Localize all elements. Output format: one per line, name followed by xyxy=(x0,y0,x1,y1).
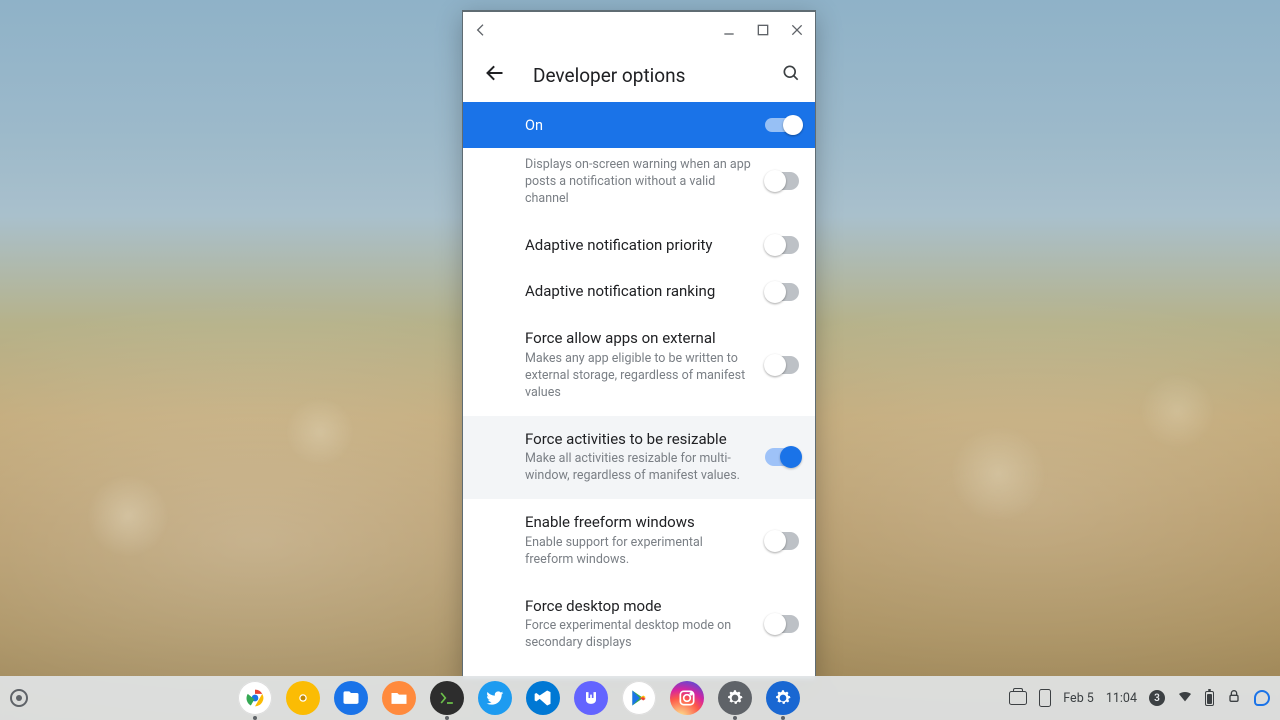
battery-icon xyxy=(1205,691,1214,706)
shelf-app-term[interactable] xyxy=(430,681,464,715)
launcher-button[interactable] xyxy=(10,689,28,707)
window-titlebar xyxy=(463,12,815,48)
wifi-icon xyxy=(1177,688,1193,708)
setting-force_desktop[interactable]: Force desktop mode Force experimental des… xyxy=(463,583,815,667)
setting-title: Force allow apps on external xyxy=(525,329,755,348)
setting-warn_notif_channel[interactable]: Displays on-screen warning when an app p… xyxy=(463,148,815,222)
window-back-icon[interactable] xyxy=(471,20,491,40)
master-toggle-label: On xyxy=(525,117,543,134)
search-icon[interactable] xyxy=(781,63,801,87)
setting-subtitle: Enable support for experimental freeform… xyxy=(525,535,755,569)
phone-hub-icon[interactable] xyxy=(1039,689,1051,707)
shelf: Feb 5 11:04 3 xyxy=(0,676,1280,720)
setting-force_resizable[interactable]: Force activities to be resizable Make all… xyxy=(463,416,815,500)
setting-title: Adaptive notification priority xyxy=(525,236,755,255)
lock-icon xyxy=(1226,688,1242,708)
shelf-app-canary[interactable] xyxy=(286,681,320,715)
setting-title: Adaptive notification ranking xyxy=(525,282,755,301)
developer-options-master-toggle[interactable]: On xyxy=(463,102,815,148)
tray-time: 11:04 xyxy=(1106,691,1137,706)
setting-subtitle: Makes any app eligible to be written to … xyxy=(525,351,755,402)
page-title: Developer options xyxy=(533,64,753,87)
window-close-button[interactable] xyxy=(787,20,807,40)
settings-back-icon[interactable] xyxy=(485,63,505,87)
notification-count-badge[interactable]: 3 xyxy=(1149,690,1165,706)
toggle-force_resizable[interactable] xyxy=(765,448,799,466)
shelf-app-gear1[interactable] xyxy=(718,681,752,715)
toggle-adaptive_notif_ranking[interactable] xyxy=(765,283,799,301)
shelf-app-play[interactable] xyxy=(622,681,656,715)
setting-force_allow_external[interactable]: Force allow apps on external Makes any ap… xyxy=(463,315,815,415)
settings-list: Displays on-screen warning when an app p… xyxy=(463,148,815,679)
tray-date: Feb 5 xyxy=(1063,691,1094,706)
shelf-apps xyxy=(238,681,800,715)
android-settings-window: Developer options On Displays on-screen … xyxy=(462,10,816,680)
shelf-app-insta[interactable] xyxy=(670,681,704,715)
settings-scroll[interactable]: On Displays on-screen warning when an ap… xyxy=(463,102,815,679)
toggle-warn_notif_channel[interactable] xyxy=(765,172,799,190)
shelf-app-masto[interactable] xyxy=(574,681,608,715)
toggle-force_allow_external[interactable] xyxy=(765,356,799,374)
system-tray[interactable]: Feb 5 11:04 3 xyxy=(1009,688,1270,708)
settings-appbar: Developer options xyxy=(463,48,815,102)
shelf-app-files[interactable] xyxy=(334,681,368,715)
window-maximize-button[interactable] xyxy=(753,20,773,40)
toggle-adaptive_notif_priority[interactable] xyxy=(765,236,799,254)
tablet-mode-icon[interactable] xyxy=(1009,691,1027,705)
shelf-app-vsc[interactable] xyxy=(526,681,560,715)
fydeos-icon[interactable] xyxy=(1254,690,1270,706)
shelf-app-file2[interactable] xyxy=(382,681,416,715)
setting-subtitle: Force experimental desktop mode on secon… xyxy=(525,618,755,652)
setting-adaptive_notif_ranking[interactable]: Adaptive notification ranking xyxy=(463,268,815,315)
toggle-force_desktop[interactable] xyxy=(765,615,799,633)
window-minimize-button[interactable] xyxy=(719,20,739,40)
setting-title: Force desktop mode xyxy=(525,597,755,616)
toggle-enable_freeform[interactable] xyxy=(765,532,799,550)
setting-subtitle: Make all activities resizable for multi-… xyxy=(525,451,755,485)
setting-title: Force activities to be resizable xyxy=(525,430,755,449)
setting-title: Enable freeform windows xyxy=(525,513,755,532)
shelf-app-chrome[interactable] xyxy=(238,681,272,715)
shelf-app-gear2[interactable] xyxy=(766,681,800,715)
desktop: Developer options On Displays on-screen … xyxy=(0,0,1280,720)
shelf-app-twitter[interactable] xyxy=(478,681,512,715)
toggle-icon[interactable] xyxy=(765,118,801,132)
setting-adaptive_notif_priority[interactable]: Adaptive notification priority xyxy=(463,222,815,269)
setting-subtitle: Displays on-screen warning when an app p… xyxy=(525,157,755,208)
setting-enable_freeform[interactable]: Enable freeform windows Enable support fo… xyxy=(463,499,815,583)
